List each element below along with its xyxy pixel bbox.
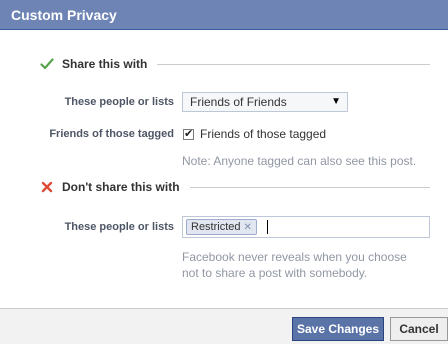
save-changes-button[interactable]: Save Changes	[292, 317, 384, 341]
cancel-button[interactable]: Cancel	[390, 317, 448, 341]
dont-share-note-line1: Facebook never reveals when you choose	[182, 250, 407, 264]
cross-icon	[41, 181, 53, 193]
dont-share-section-heading: Don't share this with	[62, 180, 180, 194]
dialog-footer: Save Changes Cancel	[0, 308, 448, 344]
remove-token-icon[interactable]: ✕	[244, 222, 252, 233]
share-section-header: Share this with	[40, 57, 430, 73]
share-people-label: These people or lists	[64, 96, 174, 108]
dialog-titlebar: Custom Privacy	[0, 0, 448, 30]
dropdown-arrow-icon: ▼	[331, 96, 341, 107]
token-label: Restricted	[191, 221, 241, 233]
dont-share-people-label: These people or lists	[64, 221, 174, 233]
check-icon	[40, 58, 54, 70]
custom-privacy-dialog: Custom Privacy Share this with These peo…	[0, 0, 448, 344]
tagged-note: Note: Anyone tagged can also see this po…	[182, 154, 417, 168]
dont-share-section-divider	[190, 187, 430, 188]
friends-of-tagged-checkbox[interactable]: ✔	[183, 128, 194, 140]
dont-share-note: Facebook never reveals when you choose n…	[182, 249, 422, 281]
dialog-title: Custom Privacy	[11, 7, 117, 23]
dont-share-section-header: Don't share this with	[40, 180, 430, 196]
share-audience-value: Friends of Friends	[190, 95, 287, 109]
tagged-row-label: Friends of those tagged	[49, 128, 174, 140]
dont-share-note-line2: not to share a post with somebody.	[182, 266, 368, 280]
text-cursor	[267, 220, 268, 234]
share-section-divider	[157, 64, 430, 65]
checkmark-icon: ✔	[184, 128, 194, 140]
restricted-token: Restricted ✕	[186, 219, 257, 235]
dont-share-token-input[interactable]: Restricted ✕	[182, 216, 430, 238]
share-audience-select[interactable]: Friends of Friends ▼	[182, 92, 348, 112]
friends-of-tagged-checkbox-label[interactable]: Friends of those tagged	[200, 127, 326, 141]
share-section-heading: Share this with	[62, 57, 148, 71]
